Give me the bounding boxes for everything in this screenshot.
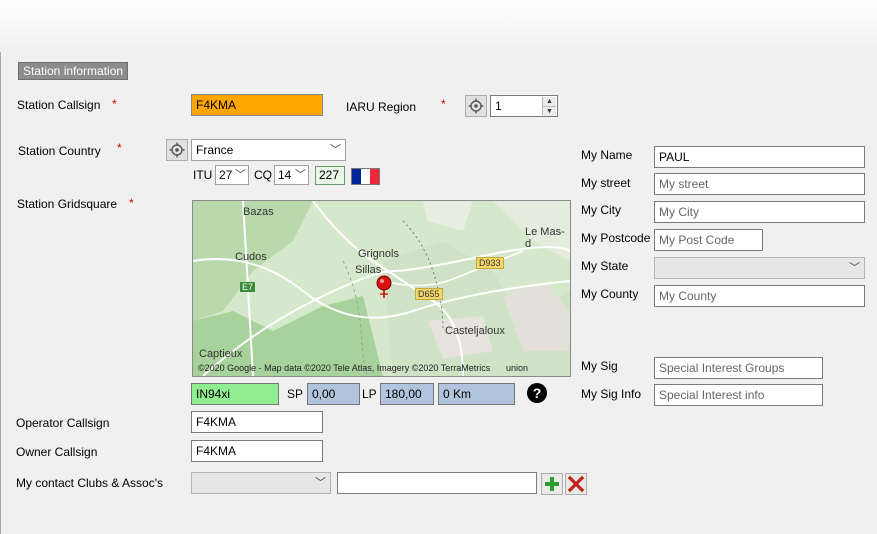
- clubs-text-input[interactable]: [337, 472, 537, 494]
- lp-label: LP: [362, 387, 377, 401]
- panel-border: [0, 52, 1, 534]
- iaru-region-spinner[interactable]: 1 ▲ ▼: [490, 95, 558, 117]
- station-gridsquare-label: Station Gridsquare: [17, 197, 118, 211]
- my-city-input[interactable]: My City: [654, 201, 865, 223]
- owner-callsign-label: Owner Callsign: [16, 445, 98, 459]
- short-path-bearing: 0,00: [307, 383, 360, 405]
- chevron-down-icon: ﹀: [315, 477, 326, 489]
- required-marker: *: [129, 196, 134, 210]
- sp-label: SP: [287, 387, 304, 401]
- flag-stripe-red: [370, 169, 379, 184]
- plus-icon: [545, 477, 559, 491]
- itu-zone-value: 27: [219, 168, 233, 182]
- map-attribution: ©2020 Google - Map data ©2020 Tele Atlas…: [198, 363, 491, 373]
- my-postcode-input[interactable]: My Post Code: [654, 229, 763, 251]
- station-country-label: Station Country: [18, 144, 101, 158]
- distance-field: 0 Km: [438, 383, 515, 405]
- my-street-label: My street: [581, 176, 631, 190]
- cq-zone-select[interactable]: 14 ﹀: [274, 165, 309, 185]
- close-icon: [567, 475, 585, 493]
- my-county-input[interactable]: My County: [654, 285, 865, 307]
- map-place-label: Grignols: [358, 248, 399, 260]
- my-name-label: My Name: [581, 148, 633, 162]
- map-place-label: Bazas: [243, 206, 274, 218]
- chevron-down-icon: ﹀: [330, 144, 341, 156]
- operator-callsign-input[interactable]: F4KMA: [191, 411, 323, 433]
- locate-button[interactable]: [465, 95, 487, 117]
- country-flag-icon: [351, 168, 380, 185]
- owner-callsign-input[interactable]: F4KMA: [191, 440, 323, 462]
- map-place-label: Le Mas-d: [525, 226, 565, 250]
- required-marker: *: [112, 97, 117, 111]
- cq-zone-value: 14: [278, 168, 292, 182]
- chevron-down-icon: ﹀: [849, 262, 860, 274]
- map-place-label: Cudos: [235, 251, 267, 263]
- my-sig-input[interactable]: Special Interest Groups: [654, 357, 823, 379]
- flag-stripe-white: [361, 169, 370, 184]
- question-circle-icon[interactable]: ?: [527, 383, 547, 403]
- required-marker: *: [117, 141, 122, 155]
- section-title: Station information: [18, 62, 129, 80]
- map-pin-icon[interactable]: [374, 275, 394, 299]
- locate-country-button[interactable]: [166, 139, 188, 161]
- iaru-region-label: IARU Region: [346, 100, 417, 114]
- operator-callsign-label: Operator Callsign: [16, 416, 110, 430]
- chevron-down-icon: ﹀: [235, 169, 246, 181]
- my-state-select[interactable]: ﹀: [654, 257, 865, 279]
- location-map[interactable]: Bazas Cudos Grignols Sillas Le Mas-d Cas…: [192, 200, 571, 377]
- spin-up-icon[interactable]: ▲: [543, 97, 556, 106]
- my-postcode-label: My Postcode: [581, 231, 651, 245]
- long-path-bearing: 180,00: [380, 383, 434, 405]
- my-name-input[interactable]: PAUL: [654, 146, 865, 168]
- map-road-label: E7: [240, 282, 256, 292]
- spinner-buttons[interactable]: ▲ ▼: [542, 97, 556, 116]
- clubs-select[interactable]: ﹀: [191, 472, 331, 494]
- my-state-label: My State: [581, 259, 629, 273]
- delete-club-button[interactable]: [565, 473, 587, 495]
- required-marker: *: [441, 97, 446, 111]
- gridsquare-input[interactable]: IN94xi: [191, 383, 279, 405]
- map-place-label: Casteljaloux: [445, 325, 505, 337]
- map-road-label: D933: [476, 257, 504, 269]
- station-callsign-input[interactable]: F4KMA: [191, 94, 323, 116]
- my-sig-info-label: My Sig Info: [581, 387, 642, 401]
- clubs-label: My contact Clubs & Assoc's: [16, 476, 164, 490]
- add-club-button[interactable]: [541, 473, 563, 495]
- my-sig-info-input[interactable]: Special Interest info: [654, 384, 823, 406]
- spin-down-icon[interactable]: ▼: [543, 106, 556, 116]
- flag-stripe-blue: [352, 169, 361, 184]
- my-sig-label: My Sig: [581, 359, 618, 373]
- my-street-input[interactable]: My street: [654, 173, 865, 195]
- map-place-label: Captieux: [199, 348, 243, 360]
- chevron-down-icon: ﹀: [295, 169, 306, 181]
- dxcc-code: 227: [315, 166, 345, 185]
- crosshair-icon: [169, 142, 185, 158]
- itu-zone-select[interactable]: 27 ﹀: [215, 165, 249, 185]
- station-country-select[interactable]: France ﹀: [191, 139, 346, 161]
- station-country-value: France: [196, 143, 234, 157]
- my-county-label: My County: [581, 287, 639, 301]
- map-road-label: D655: [415, 288, 443, 300]
- map-place-label: union: [506, 363, 529, 373]
- crosshair-icon: [468, 98, 484, 114]
- itu-label: ITU: [193, 168, 213, 182]
- station-callsign-label: Station Callsign: [17, 98, 101, 112]
- iaru-region-value: 1: [495, 99, 502, 113]
- my-city-label: My City: [581, 203, 621, 217]
- cq-label: CQ: [254, 168, 272, 182]
